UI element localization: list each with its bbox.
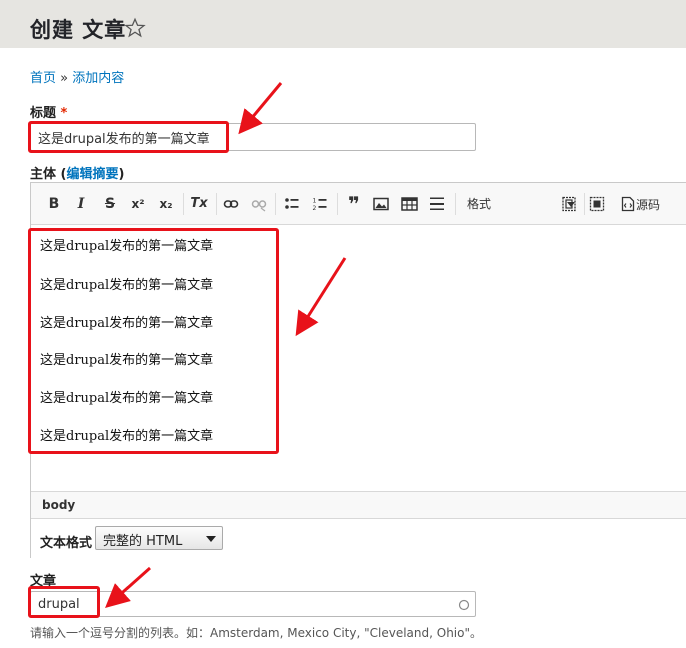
text-format-row: 文本格式 完整的 HTML — [31, 520, 686, 558]
element-path-body[interactable]: body — [42, 498, 75, 512]
chevron-down-icon — [206, 536, 216, 542]
breadcrumb-add-content-link[interactable]: 添加内容 — [72, 71, 124, 86]
text-format-label: 文本格式 — [40, 536, 93, 551]
image-icon[interactable] — [370, 193, 392, 215]
maximize-icon[interactable] — [586, 193, 608, 215]
edit-summary-link[interactable]: 编辑摘要 — [67, 167, 119, 182]
bulleted-list-icon[interactable] — [281, 193, 303, 215]
blockquote-button[interactable]: ❞ — [343, 193, 365, 215]
toolbar-separator — [337, 193, 338, 215]
body-field-label: 主体 (编辑摘要) — [30, 163, 124, 182]
show-blocks-icon[interactable] — [558, 193, 580, 215]
breadcrumb-separator: » — [60, 71, 69, 86]
toolbar-separator — [275, 193, 276, 215]
summary-paren-close: ) — [118, 167, 125, 182]
svg-text:1: 1 — [313, 198, 317, 205]
superscript-button[interactable]: x² — [127, 193, 149, 215]
table-icon[interactable] — [398, 193, 420, 215]
annotation-box-title — [28, 121, 229, 153]
subscript-button[interactable]: x₂ — [155, 193, 177, 215]
page-header: 创建 文章 — [0, 0, 686, 48]
strikethrough-button[interactable]: S — [99, 193, 121, 215]
toolbar-separator — [183, 193, 184, 215]
italic-button[interactable]: I — [70, 193, 92, 215]
numbered-list-icon[interactable]: 12 — [309, 193, 331, 215]
horizontal-rule-icon[interactable] — [426, 193, 448, 215]
title-field-label: 标题 * — [30, 102, 67, 121]
source-label[interactable]: 源码 — [636, 196, 660, 213]
autocomplete-throbber-icon — [458, 599, 470, 611]
element-path-bar: body — [31, 491, 686, 519]
toolbar-separator — [455, 193, 456, 215]
format-combo-label: 格式 — [467, 197, 492, 211]
link-icon[interactable] — [220, 193, 242, 215]
toolbar-separator — [216, 193, 217, 215]
text-format-select[interactable]: 完整的 HTML — [95, 526, 223, 550]
breadcrumb-home-link[interactable]: 首页 — [30, 71, 56, 86]
remove-format-button[interactable]: Tx — [188, 193, 210, 215]
annotation-box-tags — [28, 586, 100, 618]
svg-text:2: 2 — [313, 205, 317, 212]
body-label-text: 主体 — [30, 167, 57, 182]
annotation-arrow-title — [238, 82, 283, 135]
bold-button[interactable]: B — [43, 193, 65, 215]
text-format-value: 完整的 HTML — [103, 534, 183, 549]
star-icon[interactable] — [124, 17, 146, 39]
page-title: 创建 文章 — [30, 18, 127, 42]
unlink-icon[interactable] — [248, 193, 270, 215]
toolbar-separator — [584, 193, 585, 215]
annotation-box-body — [28, 228, 279, 454]
breadcrumb: 首页 » 添加内容 — [30, 67, 124, 86]
editor-toolbar: B I S x² x₂ Tx 12 ❞ 格式 源码 — [31, 183, 686, 225]
tags-help-text: 请输入一个逗号分割的列表。如：Amsterdam, Mexico City, "… — [30, 626, 482, 640]
required-mark: * — [60, 106, 68, 121]
title-label-text: 标题 — [30, 106, 57, 121]
